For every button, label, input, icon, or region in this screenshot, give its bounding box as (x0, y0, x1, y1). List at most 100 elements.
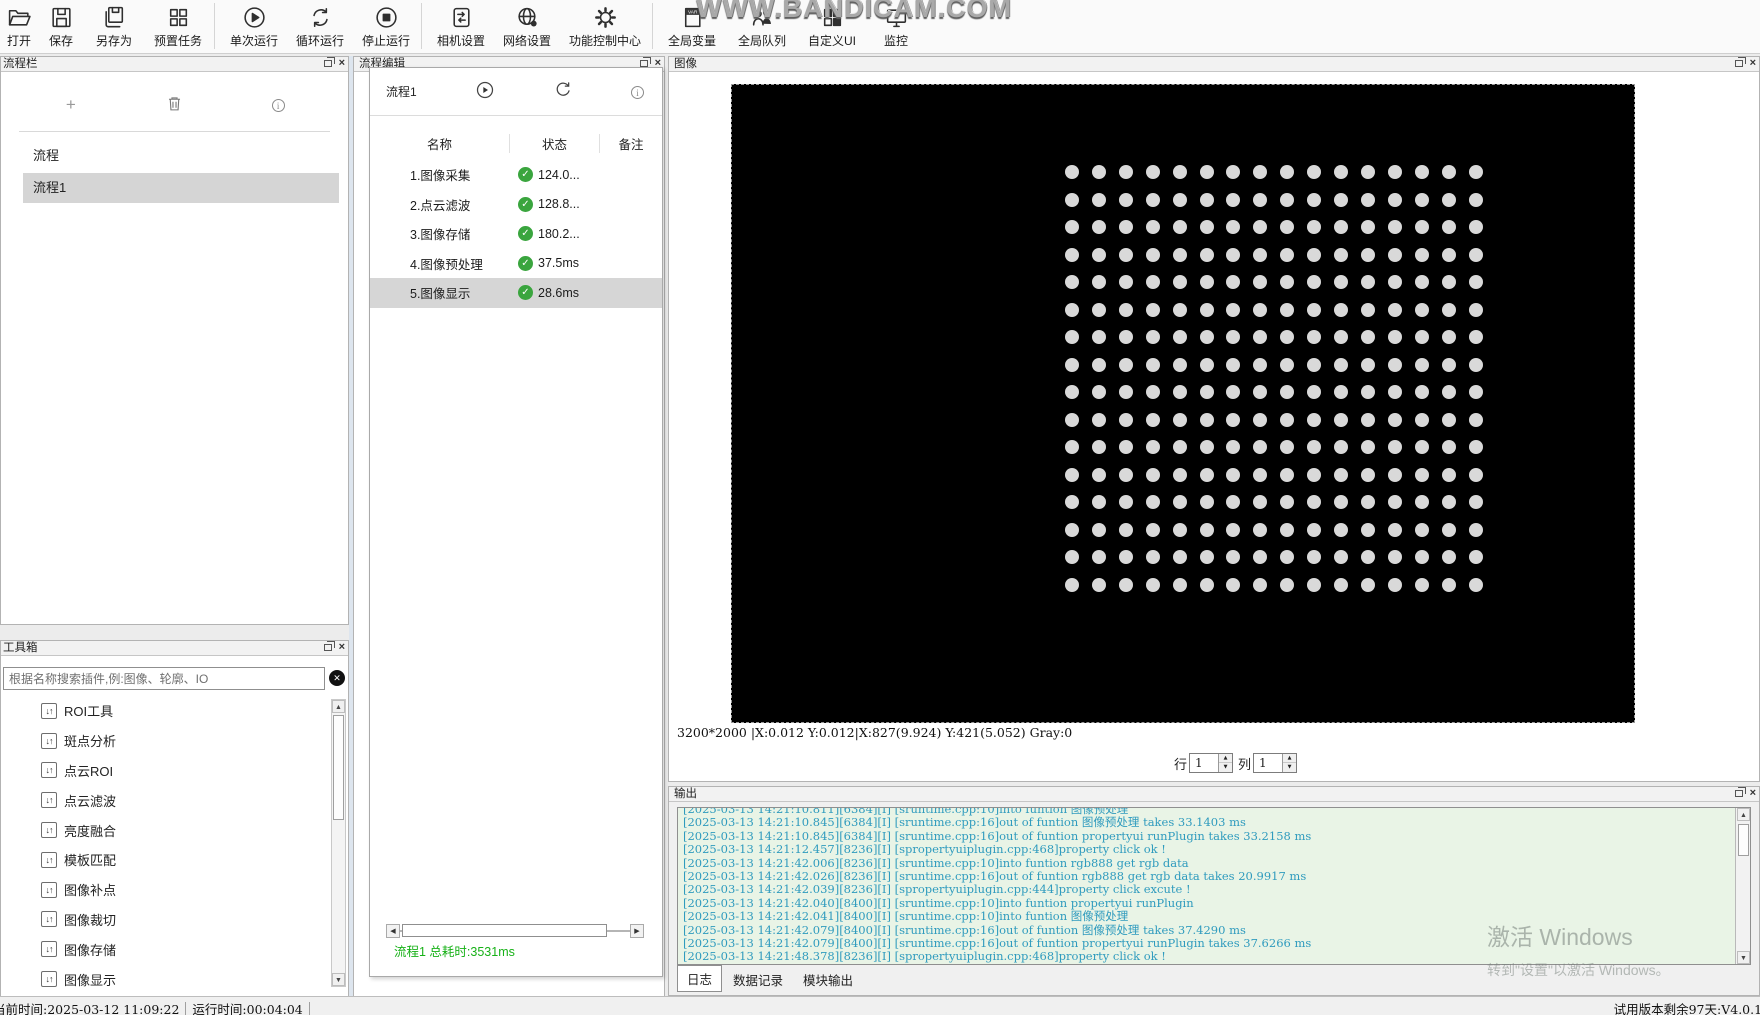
flow-edit-hscrollbar[interactable]: ◀ ▶ (386, 924, 644, 938)
calibration-dot (1172, 467, 1187, 482)
col-spinner[interactable]: 1 ▲ ▼ (1253, 753, 1298, 773)
scrollbar-thumb[interactable] (1738, 824, 1749, 856)
flow-step-row[interactable]: 3.图像存储 ✓ 180.2... (370, 219, 662, 249)
calibration-dot (1387, 247, 1402, 262)
scroll-left-icon[interactable]: ◀ (386, 924, 400, 938)
flow-step-row[interactable]: 2.点云滤波 ✓ 128.8... (370, 190, 662, 220)
spin-up-icon[interactable]: ▲ (1283, 754, 1297, 763)
calibration-dot (1091, 495, 1106, 509)
float-button[interactable] (639, 57, 651, 67)
calibration-dot (1468, 247, 1483, 262)
tab-data-record[interactable]: 数据记录 (724, 967, 792, 992)
calibration-dot (1468, 412, 1483, 427)
calibration-dot (1280, 495, 1295, 509)
calibration-dot (1065, 385, 1079, 399)
row-spinner[interactable]: 1 ▲ ▼ (1189, 753, 1234, 773)
close-icon[interactable]: × (339, 642, 345, 653)
plugin-sort-icon: ↓↑ (41, 732, 57, 749)
toolbar-item-save-as[interactable]: 另存为 (86, 0, 142, 54)
toolbar-item-function-center[interactable]: 功能控制中心 (562, 0, 648, 54)
toolbox-item[interactable]: ↓↑ 图像补点 (1, 875, 329, 905)
toolbar-item-run-once[interactable]: 单次运行 (223, 0, 285, 54)
float-button[interactable] (323, 641, 335, 651)
close-icon[interactable]: × (1750, 788, 1756, 799)
image-viewport[interactable] (731, 84, 1635, 723)
flow-list-item[interactable]: 流程1 (23, 173, 339, 203)
scroll-down-icon[interactable]: ▼ (332, 973, 345, 986)
toolbox-item[interactable]: ↓↑ 图像存储 (1, 934, 329, 964)
refresh-flow-button[interactable] (553, 80, 573, 103)
toolbox-item[interactable]: ↓↑ 图像裁切 (1, 905, 329, 935)
calibration-dot (1334, 577, 1348, 592)
calibration-dot (1065, 247, 1079, 262)
activate-windows-watermark: 激活 Windows 转到"设置"以激活 Windows。 (1487, 918, 1670, 980)
toolbox-item[interactable]: ↓↑ 亮度融合 (1, 815, 329, 845)
close-icon[interactable]: × (339, 58, 345, 69)
flow-info-button[interactable]: i (258, 98, 298, 112)
run-flow-button[interactable] (475, 80, 495, 103)
delete-flow-button[interactable] (154, 95, 194, 115)
add-flow-button[interactable]: + (51, 95, 91, 115)
plugin-search-input[interactable] (3, 667, 325, 690)
toolbar-item-camera-settings[interactable]: 相机设置 (430, 0, 492, 54)
spin-down-icon[interactable]: ▼ (1283, 763, 1297, 772)
float-button[interactable] (1734, 57, 1746, 67)
toolbox-item[interactable]: ↓↑ 斑点分析 (1, 726, 329, 756)
calibration-dot (1065, 412, 1079, 427)
info-icon: i (630, 85, 644, 99)
toolbox-item[interactable]: ↓↑ 模板匹配 (1, 845, 329, 875)
close-icon[interactable]: × (1750, 58, 1756, 69)
search-clear-icon[interactable]: ✕ (329, 670, 345, 686)
scrollbar-thumb[interactable] (402, 924, 607, 937)
calibration-dot (1441, 165, 1456, 179)
log-scrollbar[interactable]: ▲ ▼ (1735, 808, 1750, 964)
calibration-dot (1334, 165, 1348, 179)
flow-step-row[interactable]: 1.图像采集 ✓ 124.0... (370, 160, 662, 190)
spinner-buttons: ▲ ▼ (1282, 754, 1297, 772)
toolbar-item-network-settings[interactable]: 网络设置 (496, 0, 558, 54)
float-button[interactable] (1734, 787, 1746, 797)
flow-step-row[interactable]: 4.图像预处理 ✓ 37.5ms (370, 249, 662, 279)
calibration-dot (1226, 220, 1241, 234)
calibration-dot (1387, 467, 1402, 482)
toolbox-item[interactable]: ↓↑ 点云滤波 (1, 785, 329, 815)
tab-module-output[interactable]: 模块输出 (794, 967, 862, 992)
calibration-dot (1414, 357, 1429, 372)
toolbox-item[interactable]: ↓↑ 点云ROI (1, 756, 329, 786)
scrollbar-thumb[interactable] (333, 715, 344, 820)
scroll-up-icon[interactable]: ▲ (332, 700, 345, 713)
spin-up-icon[interactable]: ▲ (1219, 754, 1233, 763)
column-status: 状态 (510, 133, 600, 153)
calibration-dot (1145, 330, 1160, 344)
flow-info-button[interactable]: i (630, 85, 644, 99)
calibration-dot (1199, 165, 1214, 179)
toolbar-item-run-loop[interactable]: 循环运行 (289, 0, 351, 54)
scroll-up-icon[interactable]: ▲ (1737, 808, 1750, 821)
scroll-right-icon[interactable]: ▶ (630, 924, 644, 938)
flow-step-row[interactable]: 5.图像显示 ✓ 28.6ms (370, 278, 662, 308)
calibration-dot (1145, 357, 1160, 372)
calibration-dot (1360, 302, 1375, 317)
toolbar-item-open[interactable]: 打开 (0, 0, 38, 54)
toolbox-item[interactable]: ↓↑ 图像显示 (1, 964, 329, 994)
tab-log[interactable]: 日志 (677, 965, 723, 992)
spin-down-icon[interactable]: ▼ (1219, 763, 1233, 772)
calibration-dot (1307, 302, 1322, 317)
calibration-dot (1280, 302, 1295, 317)
toolbox-item[interactable]: ↓↑ ROI工具 (1, 696, 329, 726)
calibration-dot (1280, 330, 1295, 344)
calibration-dot (1253, 522, 1268, 537)
toolbar-item-preset-tasks[interactable]: 预置任务 (146, 0, 210, 54)
toolbar-item-stop[interactable]: 停止运行 (355, 0, 417, 54)
scroll-down-icon[interactable]: ▼ (1737, 951, 1750, 964)
calibration-dot (1226, 275, 1241, 289)
calibration-dot (1387, 275, 1402, 289)
calibration-dot (1091, 412, 1106, 427)
calibration-dot (1145, 165, 1160, 179)
calibration-dot (1226, 330, 1241, 344)
toolbar-item-save[interactable]: 保存 (40, 0, 82, 54)
calibration-dot (1199, 440, 1214, 454)
calibration-dot (1199, 577, 1214, 592)
float-button[interactable] (323, 57, 335, 67)
toolbox-scrollbar[interactable]: ▲ ▼ (331, 699, 346, 987)
